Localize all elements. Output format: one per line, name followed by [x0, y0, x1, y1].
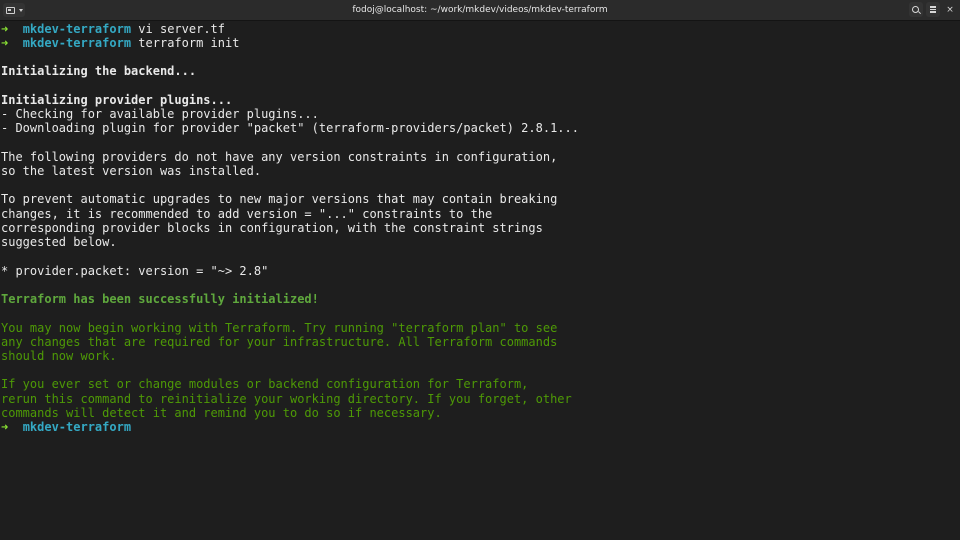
output-line: so the latest version was installed.	[1, 164, 262, 178]
output-line: If you ever set or change modules or bac…	[1, 377, 529, 391]
search-button[interactable]	[909, 2, 923, 17]
output-line: changes, it is recommended to add versio…	[1, 207, 493, 221]
prompt-arrow-icon: ➜	[1, 36, 9, 50]
output-line: Initializing the backend...	[1, 64, 197, 78]
output-line: Initializing provider plugins...	[1, 93, 233, 107]
output-line: commands will detect it and remind you t…	[1, 406, 442, 420]
output-line: * provider.packet: version = "~> 2.8"	[1, 264, 269, 278]
output-line: You may now begin working with Terraform…	[1, 321, 558, 335]
output-line: corresponding provider blocks in configu…	[1, 221, 543, 235]
command-text: vi server.tf	[138, 22, 225, 36]
prompt-line-2: ➜ mkdev-terraform terraform init	[1, 36, 239, 50]
output-line: - Downloading plugin for provider "packe…	[1, 121, 579, 135]
prompt-directory: mkdev-terraform	[22, 22, 132, 36]
output-line: rerun this command to reinitialize your …	[1, 392, 572, 406]
output-line: To prevent automatic upgrades to new maj…	[1, 192, 558, 206]
output-line: any changes that are required for your i…	[1, 335, 558, 349]
window-title: fodoj@localhost: ~/work/mkdev/videos/mkd…	[352, 5, 608, 15]
output-line: should now work.	[1, 349, 117, 363]
prompt-directory: mkdev-terraform	[22, 420, 132, 434]
output-line: - Checking for available provider plugin…	[1, 107, 319, 121]
close-button[interactable]: ×	[943, 2, 957, 17]
window-titlebar: fodoj@localhost: ~/work/mkdev/videos/mkd…	[0, 0, 960, 21]
close-icon: ×	[946, 4, 954, 15]
prompt-arrow-icon: ➜	[1, 22, 9, 36]
prompt-line-3[interactable]: ➜ mkdev-terraform	[1, 420, 131, 434]
prompt-line-1: ➜ mkdev-terraform vi server.tf	[1, 22, 225, 36]
output-line: The following providers do not have any …	[1, 150, 558, 164]
terminal-output[interactable]: ➜ mkdev-terraform vi server.tf ➜ mkdev-t…	[0, 21, 960, 540]
prompt-arrow-icon: ➜	[1, 420, 9, 434]
success-message: Terraform has been successfully initiali…	[1, 292, 319, 306]
command-text: terraform init	[138, 36, 240, 50]
search-icon	[912, 5, 919, 13]
menu-icon	[930, 6, 936, 13]
menu-button[interactable]	[926, 2, 940, 17]
prompt-directory: mkdev-terraform	[22, 36, 132, 50]
output-line: suggested below.	[1, 235, 117, 249]
